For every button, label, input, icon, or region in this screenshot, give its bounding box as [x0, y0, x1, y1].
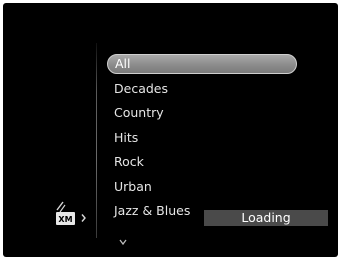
menu-item-all[interactable]: All — [107, 54, 297, 74]
menu-item-decades[interactable]: Decades — [107, 79, 297, 99]
radio-screen: All Decades Country Hits Rock Urban Jazz… — [3, 3, 338, 257]
xm-logo-icon: XM — [56, 201, 86, 225]
chevron-down-icon[interactable] — [118, 237, 128, 247]
loading-status: Loading — [204, 210, 328, 226]
category-menu: All Decades Country Hits Rock Urban Jazz… — [107, 54, 297, 226]
menu-item-country[interactable]: Country — [107, 103, 297, 123]
menu-item-hits[interactable]: Hits — [107, 128, 297, 148]
menu-item-urban[interactable]: Urban — [107, 177, 297, 197]
menu-divider — [96, 43, 97, 238]
menu-item-rock[interactable]: Rock — [107, 152, 297, 172]
xm-logo-text: XM — [58, 215, 72, 224]
